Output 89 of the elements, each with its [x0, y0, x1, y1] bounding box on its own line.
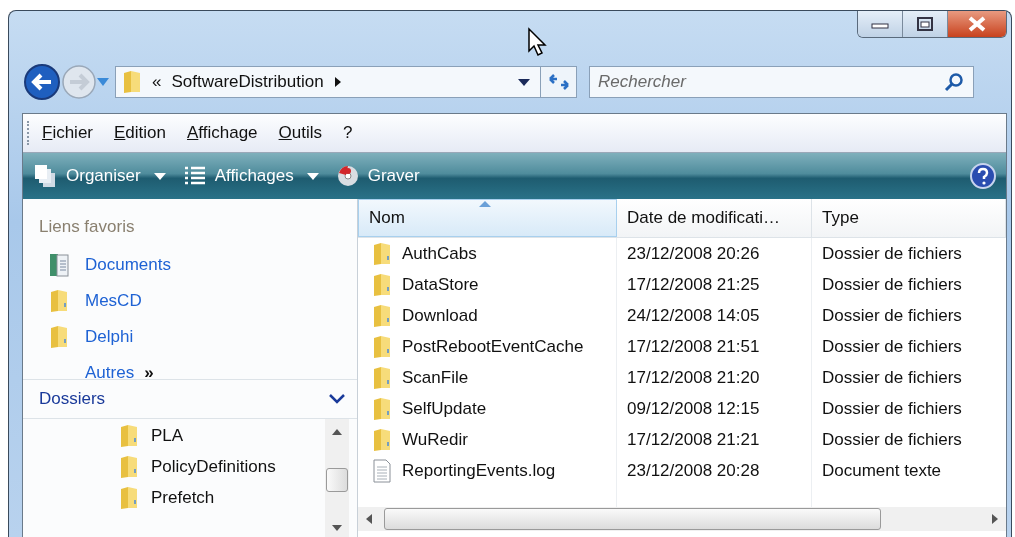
documents-icon — [49, 253, 69, 277]
column-header[interactable]: Nom — [358, 199, 617, 237]
folder-icon — [49, 325, 69, 349]
file-name[interactable]: ReportingEvents.log — [402, 460, 556, 481]
help-icon[interactable] — [970, 163, 996, 189]
favorite-link[interactable]: MesCD — [85, 291, 142, 311]
tree-item[interactable]: PolicyDefinitions — [151, 456, 276, 477]
dropdown-arrow-icon[interactable] — [518, 78, 530, 86]
table-cell: Document texte — [822, 460, 942, 481]
table-cell: Dossier de fichiers — [822, 398, 962, 419]
search-field[interactable]: Rechercher — [589, 66, 974, 98]
scroll-thumb[interactable] — [326, 468, 348, 492]
scroll-right-arrow-icon[interactable] — [992, 514, 998, 524]
refresh-button[interactable] — [541, 66, 577, 98]
folder-icon — [119, 423, 139, 448]
folder-icon — [119, 485, 139, 510]
favorite-link[interactable]: Delphi — [85, 327, 134, 347]
maximize-icon — [915, 16, 935, 32]
toolbar-button[interactable]: Organiser — [33, 161, 168, 191]
list-view-icon — [183, 165, 206, 187]
scroll-thumb[interactable] — [384, 508, 881, 530]
vertical-scrollbar[interactable] — [325, 419, 349, 537]
toolbar-button[interactable]: Graver — [334, 161, 422, 191]
close-button[interactable] — [948, 11, 1006, 37]
refresh-icon — [547, 73, 570, 91]
table-cell: 23/12/2008 20:28 — [627, 460, 760, 481]
scroll-down-arrow-icon[interactable] — [332, 525, 342, 531]
address-bar[interactable]: « SoftwareDistribution — [115, 66, 541, 98]
disc-icon — [336, 165, 359, 187]
menu-item[interactable]: Fichier — [42, 123, 93, 143]
file-name[interactable]: Download — [402, 305, 478, 326]
breadcrumb-overflow[interactable]: « — [152, 72, 162, 92]
folder-icon — [122, 70, 142, 94]
table-cell: 17/12/2008 21:21 — [627, 429, 760, 450]
chevron-down-icon[interactable] — [329, 394, 345, 404]
folders-title[interactable]: Dossiers — [39, 389, 106, 409]
table-cell: Dossier de fichiers — [822, 243, 962, 264]
maximize-button[interactable] — [903, 11, 948, 37]
breadcrumb-segment[interactable]: SoftwareDistribution — [171, 72, 324, 92]
folder-icon — [119, 454, 139, 479]
mouse-pointer-icon — [527, 27, 547, 57]
file-name[interactable]: ScanFile — [402, 367, 469, 388]
table-cell: 23/12/2008 20:26 — [627, 243, 760, 264]
file-name[interactable]: AuthCabs — [402, 243, 477, 264]
column-header[interactable]: Date de modificati… — [617, 199, 812, 237]
folder-icon — [372, 365, 392, 390]
back-button[interactable] — [23, 63, 61, 101]
search-icon — [944, 72, 964, 92]
chevron-right-icon[interactable] — [333, 77, 342, 87]
table-cell: Dossier de fichiers — [822, 305, 962, 326]
table-cell: Dossier de fichiers — [822, 429, 962, 450]
toolbar-button[interactable]: Affichages — [181, 161, 321, 191]
table-cell: 17/12/2008 21:25 — [627, 274, 760, 295]
table-cell: Dossier de fichiers — [822, 367, 962, 388]
folder-icon — [372, 334, 392, 359]
file-name[interactable]: WuRedir — [402, 429, 468, 450]
scroll-up-arrow-icon[interactable] — [332, 429, 342, 435]
table-cell: Dossier de fichiers — [822, 336, 962, 357]
tree-item[interactable]: Prefetch — [151, 487, 215, 508]
table-cell: 17/12/2008 21:20 — [627, 367, 760, 388]
folder-icon — [372, 396, 392, 421]
folder-icon — [372, 427, 392, 452]
folder-icon — [372, 272, 392, 297]
table-cell: 09/12/2008 12:15 — [627, 398, 760, 419]
menu-item[interactable]: Edition — [114, 123, 166, 143]
minimize-button[interactable] — [858, 11, 903, 37]
table-cell: Dossier de fichiers — [822, 274, 962, 295]
favorite-link[interactable]: Documents — [85, 255, 171, 275]
tree-item[interactable]: PLA — [151, 425, 184, 446]
table-cell: 24/12/2008 14:05 — [627, 305, 760, 326]
table-cell: 17/12/2008 21:51 — [627, 336, 760, 357]
menu-item[interactable]: Outils — [278, 123, 323, 143]
scroll-left-arrow-icon[interactable] — [366, 514, 372, 524]
section-heading: Liens favoris — [39, 217, 136, 237]
folder-icon — [49, 289, 69, 313]
sort-arrow-icon — [479, 201, 491, 207]
file-name[interactable]: SelfUpdate — [402, 398, 487, 419]
folders-header[interactable]: Dossiers — [23, 379, 357, 419]
horizontal-scrollbar[interactable] — [358, 507, 1006, 531]
file-name[interactable]: DataStore — [402, 274, 479, 295]
column-header[interactable]: Type — [812, 199, 1006, 237]
close-icon — [966, 16, 988, 32]
pages-icon — [35, 165, 57, 187]
folder-icon — [372, 303, 392, 328]
folder-icon — [372, 241, 392, 266]
menu-item[interactable]: ? — [343, 123, 353, 143]
text-file-icon — [372, 458, 392, 483]
menu-item[interactable]: Affichage — [187, 123, 258, 143]
file-name[interactable]: PostRebootEventCache — [402, 336, 584, 357]
